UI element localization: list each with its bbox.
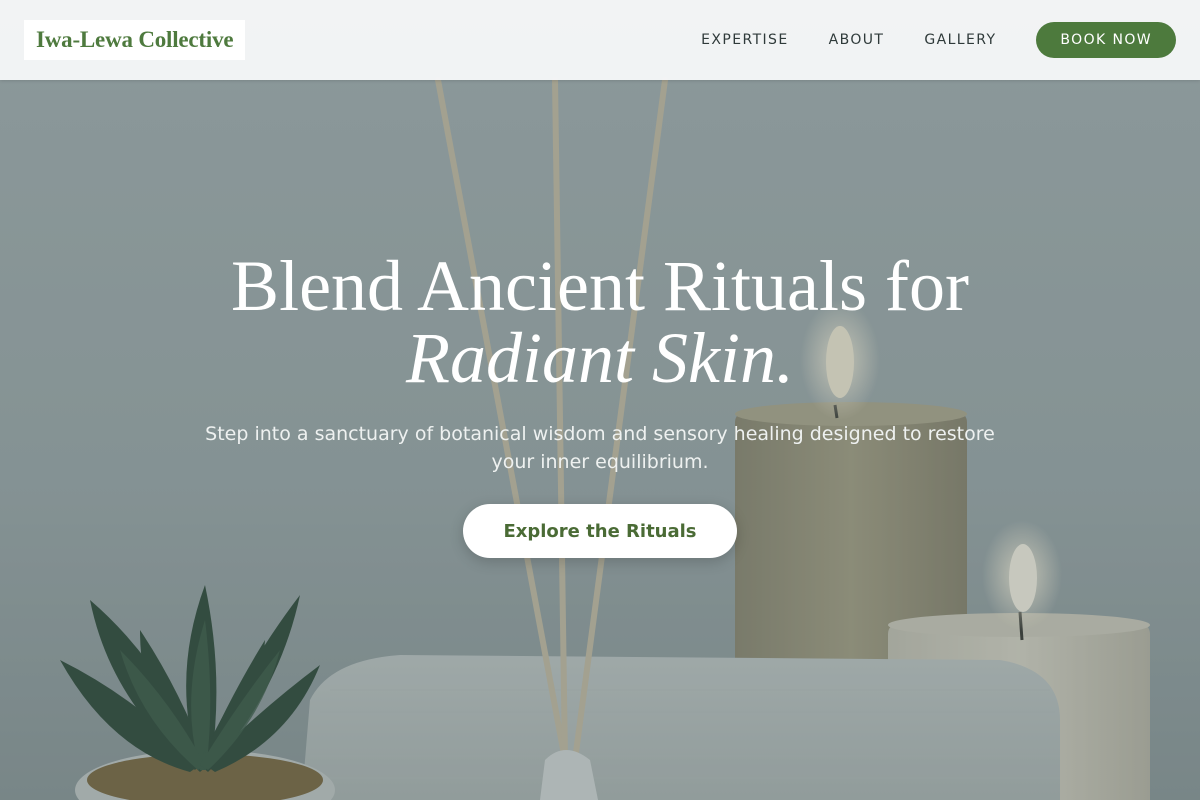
hero-title-line2: Radiant Skin. bbox=[406, 318, 794, 398]
nav-link-about[interactable]: ABOUT bbox=[829, 32, 885, 48]
brand-logo[interactable]: Iwa-Lewa Collective bbox=[24, 20, 246, 60]
nav-link-expertise[interactable]: EXPERTISE bbox=[701, 32, 788, 48]
book-now-button[interactable]: BOOK NOW bbox=[1036, 22, 1176, 58]
landing-page: Iwa-Lewa Collective EXPERTISE ABOUT GALL… bbox=[0, 0, 1200, 800]
explore-rituals-button[interactable]: Explore the Rituals bbox=[463, 504, 737, 558]
hero-subtitle: Step into a sanctuary of botanical wisdo… bbox=[205, 423, 995, 473]
main-nav: EXPERTISE ABOUT GALLERY BOOK NOW bbox=[701, 22, 1176, 58]
hero-section: Blend Ancient Rituals for Radiant Skin. … bbox=[0, 250, 1200, 558]
hero-title: Blend Ancient Rituals for Radiant Skin. bbox=[0, 250, 1200, 394]
hero-title-line1: Blend Ancient Rituals for bbox=[231, 246, 969, 326]
site-header: Iwa-Lewa Collective EXPERTISE ABOUT GALL… bbox=[0, 0, 1200, 80]
nav-link-gallery[interactable]: GALLERY bbox=[924, 32, 996, 48]
